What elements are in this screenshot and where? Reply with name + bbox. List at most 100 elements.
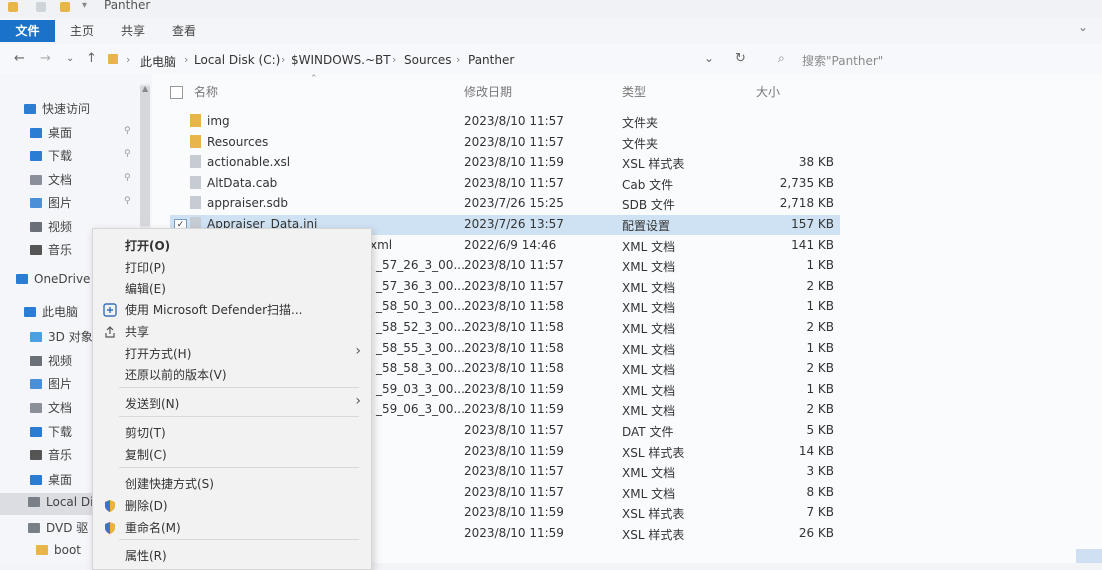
breadcrumb-local-disk[interactable]: Local Disk (C:): [194, 53, 280, 67]
context-menu-item[interactable]: 使用 Microsoft Defender扫描...: [125, 301, 302, 318]
pin-icon[interactable]: ⚲: [124, 173, 131, 183]
nav-item-2[interactable]: 下载: [30, 147, 72, 167]
file-name: Resources: [190, 134, 268, 149]
file-date: 2023/8/10 11:59: [464, 402, 564, 417]
nav-item-17[interactable]: DVD 驱: [28, 519, 88, 539]
tab-home[interactable]: 主页: [70, 22, 94, 39]
file-row[interactable]: AltData.cab 2023/8/10 11:57 Cab 文件 2,735 KB: [170, 174, 840, 194]
file-date: 2023/8/10 11:59: [464, 526, 564, 540]
context-menu-item[interactable]: 发送到(N): [125, 395, 179, 412]
nav-item-0[interactable]: 快速访问: [24, 100, 90, 120]
file-date: 2023/8/10 11:57: [464, 278, 564, 293]
nav-item-1[interactable]: 桌面: [30, 124, 72, 144]
tab-share[interactable]: 共享: [121, 22, 145, 39]
quick-access-dropdown-icon[interactable]: ▾: [82, 0, 87, 11]
nav-scrollbar-thumb[interactable]: [140, 86, 150, 226]
context-menu-item[interactable]: 还原以前的版本(V): [125, 366, 227, 383]
file-icon: [190, 196, 201, 210]
cloud-icon: [16, 274, 28, 284]
nav-item-14[interactable]: 音乐: [30, 446, 72, 466]
context-menu-item[interactable]: 创建快捷方式(S): [125, 475, 214, 492]
file-row[interactable]: img 2023/8/10 11:57 文件夹: [170, 112, 840, 132]
nav-item-9[interactable]: 3D 对象: [30, 328, 93, 348]
file-row[interactable]: appraiser.sdb 2023/7/26 15:25 SDB 文件 2,718 …: [170, 194, 840, 214]
up-arrow-icon[interactable]: ↑: [86, 51, 97, 66]
status-corner: [1076, 549, 1102, 563]
file-name: _57_36_3_00...: [376, 279, 465, 293]
breadcrumb-windows-bt[interactable]: $WINDOWS.~BT: [291, 53, 391, 67]
context-menu-item[interactable]: 打开(O): [125, 237, 170, 254]
breadcrumb-sources[interactable]: Sources: [404, 53, 451, 67]
new-folder-icon[interactable]: [60, 2, 70, 12]
context-menu-item[interactable]: 打印(P): [125, 259, 166, 276]
pin-icon[interactable]: ⚲: [124, 196, 131, 206]
nav-item-label: 文档: [48, 173, 73, 187]
tab-view[interactable]: 查看: [172, 22, 196, 39]
tab-file[interactable]: 文件: [0, 20, 55, 42]
file-size: 38 KB: [798, 155, 834, 170]
file-name-text: _59_03_3_00...: [376, 381, 465, 396]
scroll-up-icon[interactable]: ▲: [142, 84, 148, 93]
ribbon-tabs: 文件 主页 共享 查看 ⌄: [0, 18, 1102, 45]
expand-ribbon-icon[interactable]: ⌄: [1078, 20, 1088, 34]
picture-icon: [30, 379, 42, 389]
column-header-type[interactable]: 类型: [622, 83, 646, 100]
column-header-name[interactable]: 名称: [194, 83, 218, 100]
file-size: 2 KB: [806, 402, 834, 417]
picture-icon: [30, 198, 42, 208]
nav-item-7[interactable]: OneDrive: [16, 272, 90, 292]
desktop-icon: [30, 128, 42, 138]
address-dropdown-icon[interactable]: ⌄: [704, 51, 714, 65]
nav-item-label: 图片: [48, 196, 73, 210]
file-row[interactable]: Resources 2023/8/10 11:57 文件夹: [170, 133, 840, 153]
file-date: 2023/8/10 11:59: [464, 381, 564, 396]
file-row[interactable]: actionable.xsl 2023/8/10 11:59 XSL 样式表 38 K…: [170, 153, 840, 173]
column-header-size[interactable]: 大小: [756, 83, 780, 100]
nav-item-15[interactable]: 桌面: [30, 471, 72, 491]
forward-arrow-icon[interactable]: →: [40, 51, 51, 66]
file-size: 2 KB: [806, 278, 834, 293]
nav-item-6[interactable]: 音乐: [30, 241, 72, 261]
context-menu-item[interactable]: 打开方式(H): [125, 345, 191, 362]
nav-item-8[interactable]: 此电脑: [24, 303, 78, 323]
file-date: 2023/8/10 11:58: [464, 320, 564, 334]
nav-item-4[interactable]: 图片: [30, 194, 72, 214]
address-bar[interactable]: › 此电脑 › Local Disk (C:) › $WINDOWS.~BT ›…: [104, 48, 724, 70]
file-size: 3 KB: [806, 464, 834, 479]
nav-item-18[interactable]: boot: [36, 543, 81, 563]
recent-dropdown-icon[interactable]: ⌄: [66, 53, 74, 64]
context-menu-item[interactable]: 共享: [125, 323, 149, 340]
file-type: XSL 样式表: [622, 157, 685, 172]
context-menu-item[interactable]: 删除(D): [125, 497, 168, 514]
file-type: 文件夹: [622, 136, 659, 151]
context-menu-item[interactable]: 属性(R): [125, 547, 167, 564]
pin-icon[interactable]: ⚲: [124, 126, 131, 136]
nav-item-label: 桌面: [48, 126, 73, 140]
nav-item-5[interactable]: 视频: [30, 218, 72, 238]
breadcrumb-this-pc[interactable]: 此电脑: [140, 53, 176, 70]
shield-icon: [103, 520, 117, 534]
properties-icon[interactable]: [36, 2, 46, 12]
context-menu-item[interactable]: 重命名(M): [125, 519, 181, 536]
refresh-icon[interactable]: ↻: [735, 51, 746, 66]
nav-item-3[interactable]: 文档: [30, 171, 72, 191]
file-type: SDB 文件: [622, 198, 675, 213]
select-all-checkbox[interactable]: [170, 86, 183, 99]
breadcrumb-panther[interactable]: Panther: [468, 53, 514, 67]
nav-item-10[interactable]: 视频: [30, 352, 72, 372]
column-header-date[interactable]: 修改日期: [464, 83, 512, 100]
file-name: _58_50_3_00...: [376, 299, 465, 313]
back-arrow-icon[interactable]: ←: [14, 51, 25, 66]
file-date: 2023/8/10 11:57: [464, 134, 564, 149]
context-menu-item[interactable]: 剪切(T): [125, 424, 166, 441]
context-menu-item[interactable]: 复制(C): [125, 446, 167, 463]
file-date: 2023/8/10 11:57: [464, 175, 564, 190]
context-menu-item[interactable]: 编辑(E): [125, 280, 166, 297]
search-input[interactable]: ⌕ 搜索"Panther": [766, 48, 1066, 70]
pin-icon[interactable]: ⚲: [124, 149, 131, 159]
download-icon: [30, 427, 42, 437]
nav-item-label: DVD 驱: [46, 521, 89, 535]
nav-item-13[interactable]: 下载: [30, 423, 72, 443]
nav-item-12[interactable]: 文档: [30, 399, 72, 419]
nav-item-11[interactable]: 图片: [30, 375, 72, 395]
